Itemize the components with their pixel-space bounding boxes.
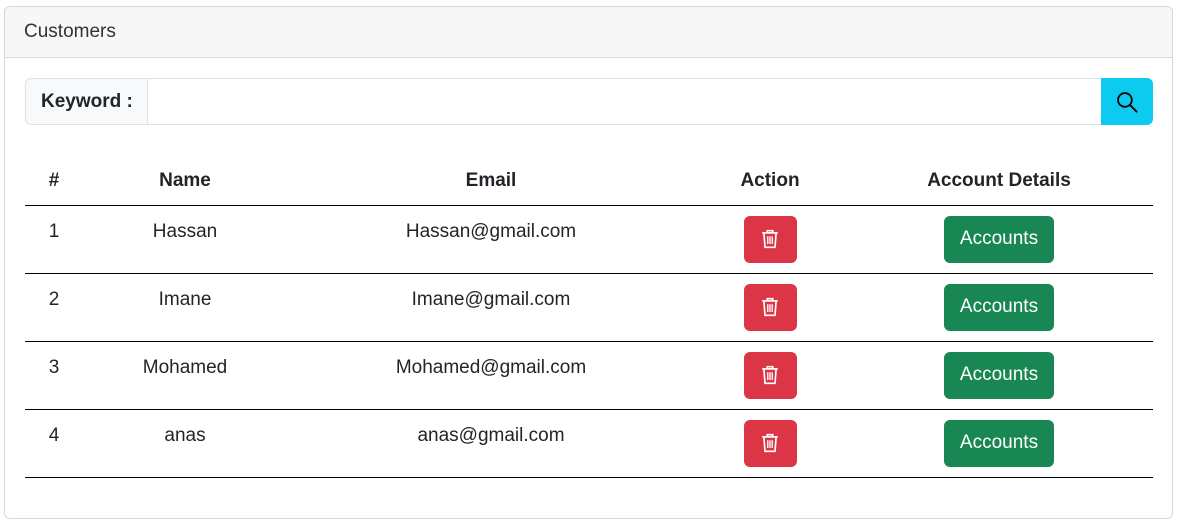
table-row: 4 anas anas@gmail.com Accounts: [25, 409, 1153, 478]
header-email: Email: [287, 158, 695, 206]
cell-accounts: Accounts: [845, 205, 1153, 274]
cell-email: Mohamed@gmail.com: [287, 341, 695, 410]
cell-action: [695, 205, 845, 274]
cell-id: 3: [25, 341, 83, 410]
cell-email: Hassan@gmail.com: [287, 205, 695, 274]
cell-name: Imane: [83, 273, 287, 342]
delete-button[interactable]: [743, 419, 797, 467]
keyword-label: Keyword :: [25, 78, 147, 125]
customers-card: Customers Keyword : # Name Email Action …: [4, 6, 1173, 519]
search-form: Keyword :: [25, 78, 1153, 125]
trash-icon: [762, 433, 778, 453]
table-row: 2 Imane Imane@gmail.com Accounts: [25, 273, 1153, 342]
cell-accounts: Accounts: [845, 273, 1153, 342]
table-row: 1 Hassan Hassan@gmail.com Accounts: [25, 205, 1153, 274]
table-header-row: # Name Email Action Account Details: [25, 158, 1153, 206]
cell-action: [695, 409, 845, 478]
accounts-button[interactable]: Accounts: [943, 215, 1055, 263]
accounts-button[interactable]: Accounts: [943, 419, 1055, 467]
card-title: Customers: [24, 21, 116, 42]
trash-icon: [762, 365, 778, 385]
accounts-button[interactable]: Accounts: [943, 351, 1055, 399]
cell-accounts: Accounts: [845, 409, 1153, 478]
trash-icon: [762, 229, 778, 249]
cell-name: Mohamed: [83, 341, 287, 410]
keyword-input[interactable]: [146, 78, 1101, 125]
card-body: Keyword : # Name Email Action Account De…: [5, 58, 1172, 478]
header-action: Action: [695, 158, 845, 206]
accounts-button[interactable]: Accounts: [943, 283, 1055, 331]
search-icon: [1117, 91, 1138, 113]
delete-button[interactable]: [743, 351, 797, 399]
cell-name: anas: [83, 409, 287, 478]
delete-button[interactable]: [743, 215, 797, 263]
card-header: Customers: [5, 7, 1172, 58]
cell-accounts: Accounts: [845, 341, 1153, 410]
customers-table: # Name Email Action Account Details 1 Ha…: [25, 158, 1153, 478]
delete-button[interactable]: [743, 283, 797, 331]
table-row: 3 Mohamed Mohamed@gmail.com Accounts: [25, 341, 1153, 410]
cell-id: 2: [25, 273, 83, 342]
cell-id: 1: [25, 205, 83, 274]
header-name: Name: [83, 158, 287, 206]
trash-icon: [762, 297, 778, 317]
cell-email: anas@gmail.com: [287, 409, 695, 478]
search-button[interactable]: [1101, 78, 1153, 125]
cell-action: [695, 341, 845, 410]
header-number: #: [25, 158, 83, 206]
header-account-details: Account Details: [845, 158, 1153, 206]
cell-email: Imane@gmail.com: [287, 273, 695, 342]
cell-name: Hassan: [83, 205, 287, 274]
cell-id: 4: [25, 409, 83, 478]
cell-action: [695, 273, 845, 342]
